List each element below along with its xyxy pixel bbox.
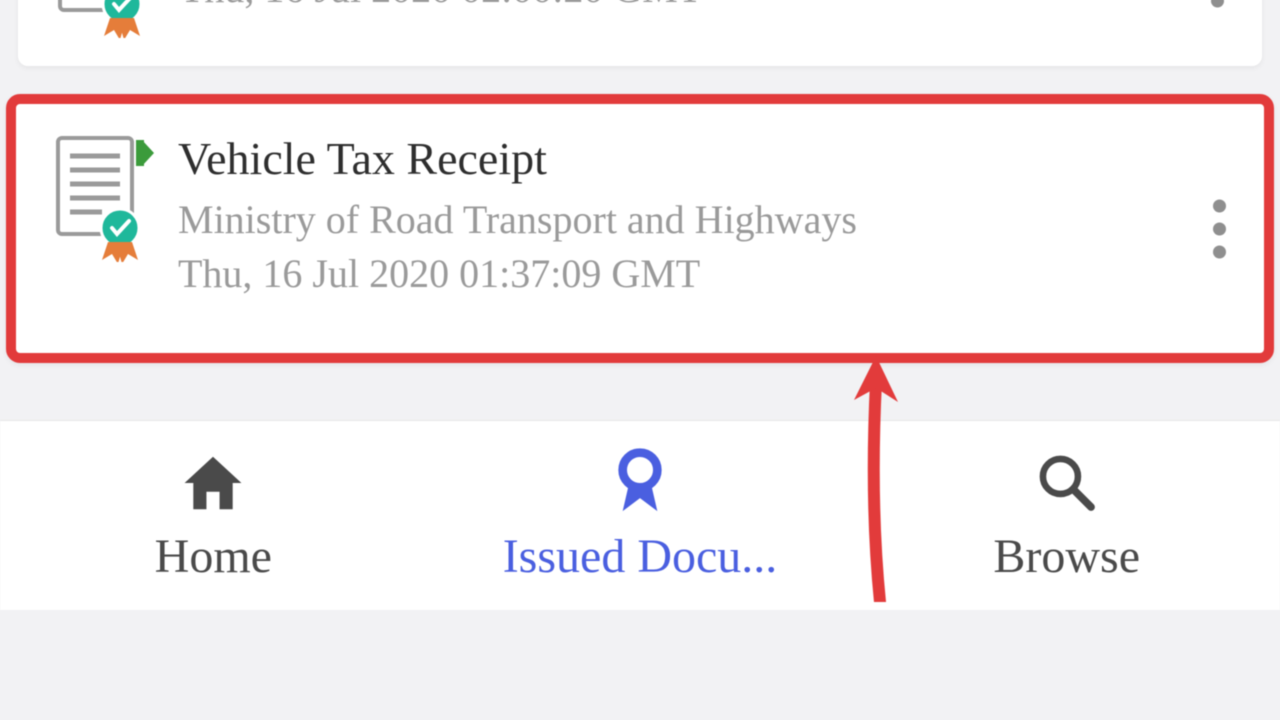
document-body: Ministry of Road Transport and Highways … xyxy=(172,0,1238,16)
document-card[interactable]: Ministry of Road Transport and Highways … xyxy=(18,0,1262,66)
nav-browse-label: Browse xyxy=(993,529,1140,584)
document-certificate-icon xyxy=(40,132,170,262)
document-issuer: Ministry of Road Transport and Highways xyxy=(178,193,1240,247)
bottom-navigation: Home Issued Docu... Browse xyxy=(0,420,1280,610)
search-icon xyxy=(1032,447,1102,519)
nav-issued-documents[interactable]: Issued Docu... xyxy=(427,421,854,610)
document-timestamp: Thu, 16 Jul 2020 01:37:09 GMT xyxy=(178,247,1240,301)
nav-browse[interactable]: Browse xyxy=(853,421,1280,610)
document-timestamp: Thu, 16 Jul 2020 02:00:20 GMT xyxy=(180,0,1238,16)
ribbon-icon xyxy=(605,447,675,519)
nav-home-label: Home xyxy=(155,529,272,584)
document-card-highlighted[interactable]: Vehicle Tax Receipt Ministry of Road Tra… xyxy=(6,94,1274,363)
nav-issued-label: Issued Docu... xyxy=(503,529,778,584)
document-body: Vehicle Tax Receipt Ministry of Road Tra… xyxy=(170,132,1240,301)
home-icon xyxy=(178,447,248,519)
more-options-icon[interactable] xyxy=(1213,199,1226,258)
nav-home[interactable]: Home xyxy=(0,421,427,610)
document-certificate-icon xyxy=(42,0,172,38)
document-title: Vehicle Tax Receipt xyxy=(178,132,1240,185)
more-options-icon[interactable] xyxy=(1211,0,1224,8)
